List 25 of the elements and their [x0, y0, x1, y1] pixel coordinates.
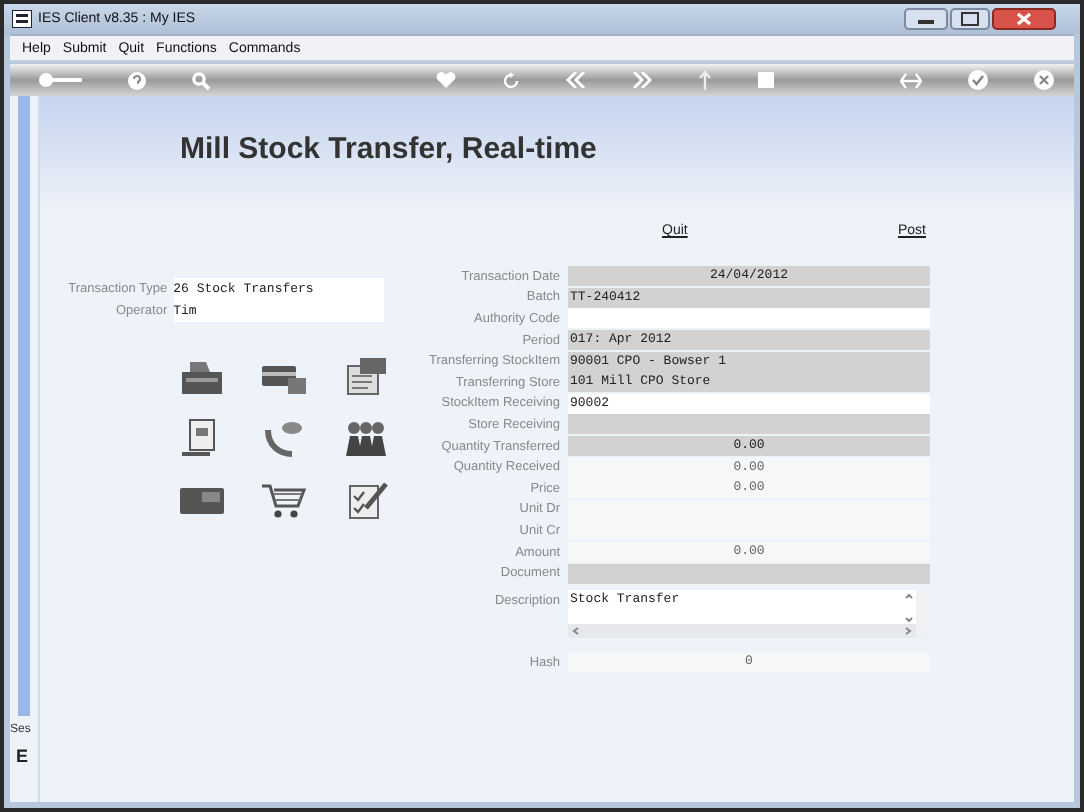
- page-heading: Mill Stock Transfer, Real-time: [180, 132, 597, 166]
- side-label: E: [14, 744, 31, 770]
- vertical-scrollbar[interactable]: [902, 591, 916, 624]
- rewind-icon[interactable]: [566, 72, 586, 88]
- cancel-icon[interactable]: [1034, 70, 1054, 90]
- heart-icon[interactable]: [436, 72, 456, 88]
- document-icon[interactable]: [342, 356, 390, 396]
- refresh-icon[interactable]: [502, 71, 520, 89]
- input-field[interactable]: [568, 414, 930, 435]
- check-icon[interactable]: [968, 70, 988, 90]
- maximize-icon[interactable]: [950, 8, 990, 30]
- forward-icon[interactable]: [632, 72, 652, 88]
- minimize-icon[interactable]: [904, 8, 948, 30]
- people-icon[interactable]: [342, 418, 390, 458]
- input-field[interactable]: [568, 308, 930, 329]
- input-field[interactable]: [568, 563, 930, 584]
- help-icon[interactable]: [128, 71, 146, 89]
- search-icon[interactable]: [192, 71, 210, 89]
- key-icon[interactable]: [38, 72, 82, 88]
- cart-icon[interactable]: [260, 480, 308, 520]
- swap-icon[interactable]: [900, 71, 922, 89]
- folder-icon[interactable]: [178, 356, 226, 396]
- app-icon: [12, 10, 32, 28]
- close-icon[interactable]: [992, 8, 1056, 30]
- upload-icon[interactable]: [698, 70, 712, 90]
